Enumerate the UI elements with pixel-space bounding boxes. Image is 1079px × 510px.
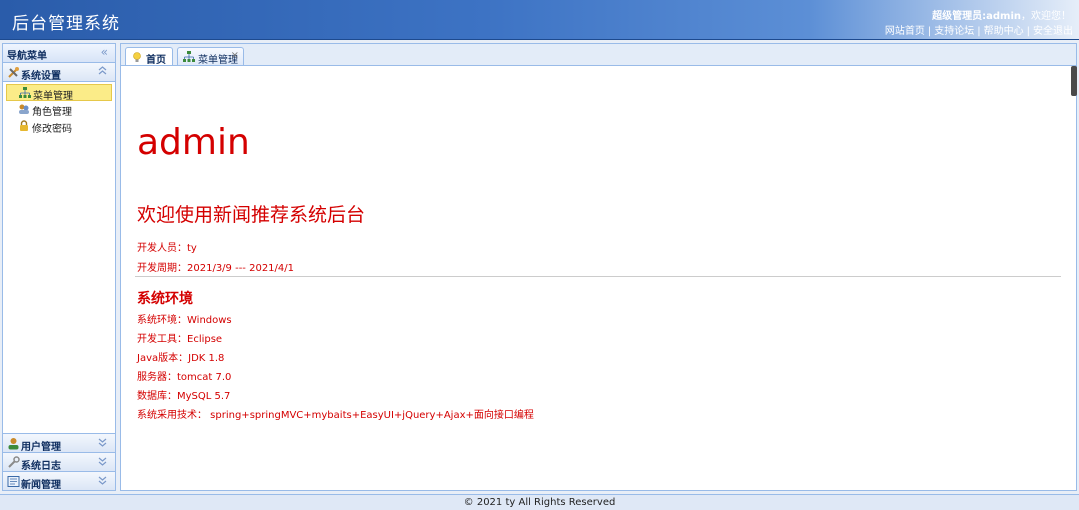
org-tree-icon	[183, 51, 195, 63]
scrollbar-handle[interactable]	[1071, 66, 1077, 96]
menu-item-menu-management[interactable]: 菜单管理	[6, 84, 112, 102]
tab-menu-management[interactable]: 菜单管理 ×	[177, 47, 244, 66]
accordion-news-management[interactable]: 新闻管理	[3, 472, 115, 491]
menu-item-label: 菜单管理	[33, 91, 73, 102]
user-greeting: 超级管理员:admin，欢迎您！	[932, 7, 1071, 22]
menu-item-change-password[interactable]: 修改密码	[6, 118, 112, 135]
env-line: Java版本：JDK 1.8	[137, 353, 225, 364]
footer-text: © 2021 ty All Rights Reserved	[463, 497, 616, 508]
accordion-system-settings[interactable]: 系统设置	[3, 63, 115, 82]
lock-icon	[18, 120, 30, 132]
period-info: 开发周期：2021/3/9 --- 2021/4/1	[137, 263, 295, 274]
user-name: admin	[986, 11, 1021, 22]
header-links: 网站首页 | 支持论坛 | 帮助中心 | 安全退出	[884, 26, 1073, 37]
bulb-icon	[131, 51, 143, 63]
env-line: 服务器：tomcat 7.0	[137, 372, 232, 383]
menu-item-role-management[interactable]: 角色管理	[6, 101, 112, 118]
news-icon	[7, 475, 20, 488]
greeting-text: ，欢迎您！	[1021, 11, 1071, 22]
home-content-panel: admin 欢迎使用新闻推荐系统后台 开发人员：ty 开发周期：2021/3/9…	[120, 65, 1077, 491]
tab-bar: 首页 菜单管理 ×	[120, 43, 1077, 67]
chevron-down-icon	[98, 474, 107, 489]
chevron-down-icon	[98, 455, 107, 470]
user-icon	[7, 437, 20, 450]
app-header: 后台管理系统 超级管理员:admin，欢迎您！ 网站首页 | 支持论坛 | 帮助中心 | 安…	[0, 0, 1079, 40]
divider	[135, 276, 1061, 277]
accordion-user-management[interactable]: 用户管理	[3, 434, 115, 453]
welcome-text: 欢迎使用新闻推荐系统后台	[137, 204, 366, 226]
link-logout[interactable]: 安全退出	[1033, 26, 1073, 37]
org-tree-icon	[19, 87, 31, 99]
nav-sidebar-header: 导航菜单 «	[3, 44, 115, 63]
accordion-system-log[interactable]: 系统日志	[3, 453, 115, 472]
chevron-up-icon	[98, 65, 107, 80]
close-icon[interactable]: ×	[231, 50, 239, 61]
env-section-title: 系统环境	[137, 291, 193, 307]
wrench-icon	[7, 456, 20, 469]
developer-info: 开发人员：ty	[137, 243, 197, 254]
env-line: 开发工具：Eclipse	[137, 334, 223, 345]
page-footer: © 2021 ty All Rights Reserved	[0, 494, 1079, 510]
accordion-body-system-settings: 菜单管理 角色管理 修改密码	[3, 82, 115, 434]
link-help-center[interactable]: 帮助中心	[984, 26, 1024, 37]
link-site-home[interactable]: 网站首页	[885, 26, 925, 37]
env-line: 系统环境：Windows	[137, 315, 232, 326]
admin-heading: admin	[137, 122, 250, 163]
accordion-label: 系统设置	[21, 71, 61, 82]
user-role: 超级管理员:	[932, 11, 987, 22]
tools-icon	[7, 66, 20, 79]
accordion-label: 用户管理	[21, 442, 61, 453]
collapse-sidebar-icon[interactable]: «	[101, 45, 108, 59]
role-users-icon	[18, 103, 30, 115]
accordion-label: 新闻管理	[21, 480, 61, 491]
env-line: 数据库：MySQL 5.7	[137, 391, 231, 402]
tab-label: 首页	[146, 55, 166, 66]
app-title: 后台管理系统	[12, 14, 120, 34]
env-line: 系统采用技术： spring+springMVC+mybaits+EasyUI+…	[137, 410, 534, 421]
accordion-label: 系统日志	[21, 461, 61, 472]
link-support-forum[interactable]: 支持论坛	[934, 26, 974, 37]
nav-sidebar: 导航菜单 « 系统设置 菜单管理 角色管理 修改密码 用户管理 系统日志 新闻管…	[2, 43, 116, 491]
menu-item-label: 角色管理	[32, 107, 72, 118]
chevron-down-icon	[98, 436, 107, 451]
menu-item-label: 修改密码	[32, 124, 72, 135]
nav-sidebar-title: 导航菜单	[7, 51, 47, 62]
tab-home[interactable]: 首页	[125, 47, 173, 67]
